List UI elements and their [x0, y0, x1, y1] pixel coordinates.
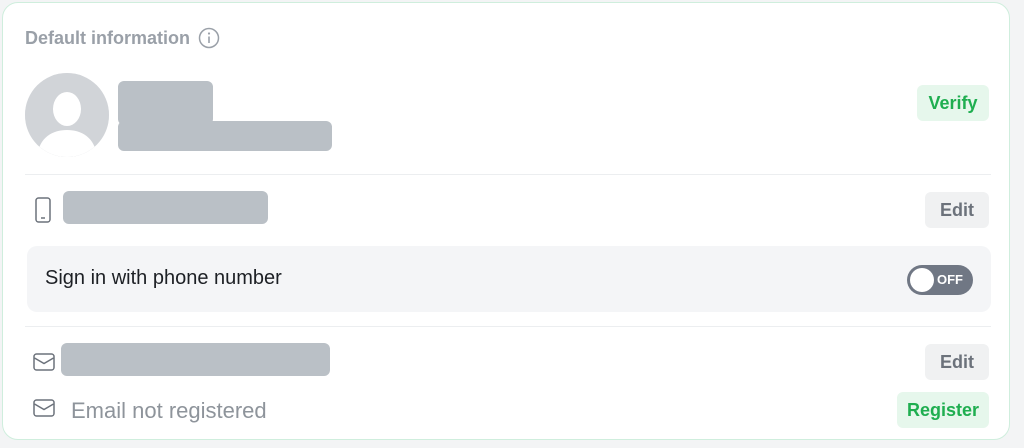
mail-icon [33, 399, 55, 422]
register-button[interactable]: Register [897, 392, 989, 428]
section-header: Default information [25, 27, 220, 49]
avatar[interactable] [25, 73, 109, 157]
toggle-knob [910, 268, 934, 292]
user-silhouette-icon [25, 73, 109, 157]
section-title: Default information [25, 27, 190, 48]
mail-icon [33, 353, 55, 376]
divider [25, 174, 991, 175]
sign-in-with-phone-row: Sign in with phone number OFF [27, 246, 991, 312]
email-edit-button[interactable]: Edit [925, 344, 989, 380]
divider [25, 326, 991, 327]
default-information-card: Default information Verify Edit Sign in … [2, 2, 1010, 440]
sign-in-with-phone-label: Sign in with phone number [45, 267, 282, 289]
verify-button[interactable]: Verify [917, 85, 989, 121]
phone-edit-button[interactable]: Edit [925, 192, 989, 228]
sign-in-with-phone-toggle[interactable]: OFF [907, 265, 973, 295]
email-not-registered-text: Email not registered [71, 398, 267, 423]
redacted-email-address [61, 343, 330, 376]
redacted-name [118, 81, 213, 125]
phone-icon [35, 197, 51, 228]
redacted-phone-number [63, 191, 268, 224]
toggle-state-label: OFF [937, 272, 963, 287]
info-circle-icon[interactable] [198, 27, 220, 49]
redacted-account-id [118, 121, 332, 151]
